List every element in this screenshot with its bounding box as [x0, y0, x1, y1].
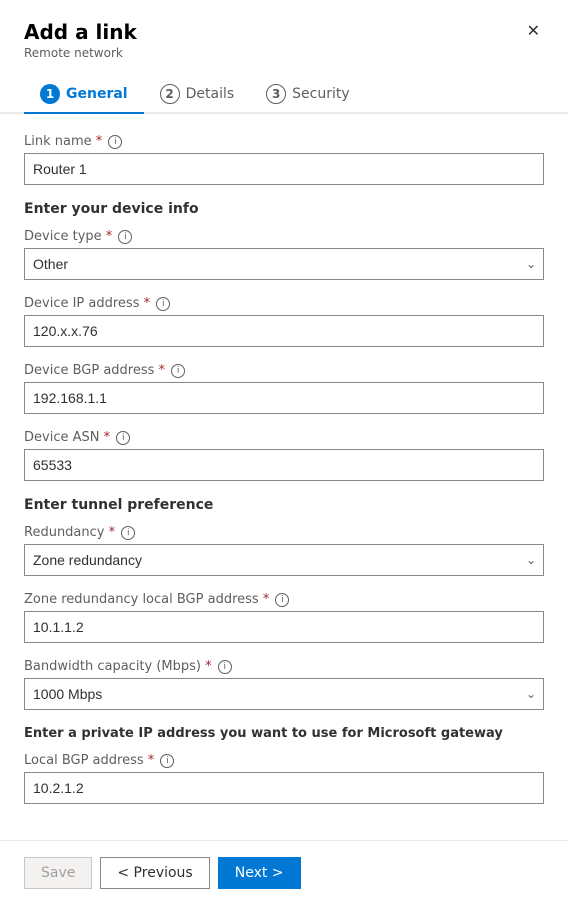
bandwidth-label: Bandwidth capacity (Mbps) * i [24, 659, 544, 674]
device-ip-group: Device IP address * i [24, 296, 544, 347]
add-link-dialog: Add a link Remote network ✕ 1 General 2 … [0, 0, 568, 905]
device-asn-required: * [104, 430, 111, 445]
redundancy-label: Redundancy * i [24, 525, 544, 540]
tab-details-number: 2 [160, 84, 180, 104]
tab-general-number: 1 [40, 84, 60, 104]
tab-security-label: Security [292, 86, 350, 102]
device-bgp-group: Device BGP address * i [24, 363, 544, 414]
redundancy-required: * [109, 525, 116, 540]
gateway-description: Enter a private IP address you want to u… [24, 726, 544, 741]
tab-security[interactable]: 3 Security [250, 76, 366, 114]
tab-details-label: Details [186, 86, 235, 102]
save-button[interactable]: Save [24, 857, 92, 889]
dialog-title: Add a link [24, 20, 137, 44]
device-bgp-required: * [159, 363, 166, 378]
dialog-subtitle: Remote network [24, 46, 137, 60]
redundancy-select-wrapper: Zone redundancy No redundancy ⌄ [24, 544, 544, 576]
device-asn-info-icon[interactable]: i [116, 431, 130, 445]
device-bgp-input[interactable] [24, 382, 544, 414]
link-name-info-icon[interactable]: i [108, 135, 122, 149]
device-ip-info-icon[interactable]: i [156, 297, 170, 311]
tab-details[interactable]: 2 Details [144, 76, 251, 114]
device-info-heading: Enter your device info [24, 201, 544, 217]
next-button[interactable]: Next > [218, 857, 301, 889]
device-bgp-info-icon[interactable]: i [171, 364, 185, 378]
device-ip-required: * [144, 296, 151, 311]
tab-bar: 1 General 2 Details 3 Security [0, 60, 568, 114]
close-button[interactable]: ✕ [523, 20, 544, 44]
device-type-label: Device type * i [24, 229, 544, 244]
device-ip-input[interactable] [24, 315, 544, 347]
device-type-select[interactable]: Other Cisco Palo Alto Fortinet [24, 248, 544, 280]
tunnel-heading: Enter tunnel preference [24, 497, 544, 513]
title-row: Add a link Remote network ✕ [24, 20, 544, 60]
link-name-required: * [96, 134, 103, 149]
bandwidth-required: * [205, 659, 212, 674]
local-bgp-required: * [148, 753, 155, 768]
dialog-body: Link name * i Enter your device info Dev… [0, 114, 568, 840]
previous-button[interactable]: < Previous [100, 857, 209, 889]
redundancy-info-icon[interactable]: i [121, 526, 135, 540]
local-bgp-group: Local BGP address * i [24, 753, 544, 804]
bandwidth-group: Bandwidth capacity (Mbps) * i 500 Mbps 1… [24, 659, 544, 710]
link-name-input[interactable] [24, 153, 544, 185]
device-asn-label: Device ASN * i [24, 430, 544, 445]
zone-bgp-input[interactable] [24, 611, 544, 643]
bandwidth-select[interactable]: 500 Mbps 1000 Mbps 2000 Mbps [24, 678, 544, 710]
local-bgp-label: Local BGP address * i [24, 753, 544, 768]
redundancy-select[interactable]: Zone redundancy No redundancy [24, 544, 544, 576]
device-type-select-wrapper: Other Cisco Palo Alto Fortinet ⌄ [24, 248, 544, 280]
title-block: Add a link Remote network [24, 20, 137, 60]
link-name-label: Link name * i [24, 134, 544, 149]
device-type-info-icon[interactable]: i [118, 230, 132, 244]
redundancy-group: Redundancy * i Zone redundancy No redund… [24, 525, 544, 576]
bandwidth-select-wrapper: 500 Mbps 1000 Mbps 2000 Mbps ⌄ [24, 678, 544, 710]
tab-security-number: 3 [266, 84, 286, 104]
dialog-header: Add a link Remote network ✕ [0, 0, 568, 60]
link-name-group: Link name * i [24, 134, 544, 185]
zone-bgp-required: * [263, 592, 270, 607]
bandwidth-info-icon[interactable]: i [218, 660, 232, 674]
device-ip-label: Device IP address * i [24, 296, 544, 311]
device-asn-input[interactable] [24, 449, 544, 481]
zone-bgp-group: Zone redundancy local BGP address * i [24, 592, 544, 643]
zone-bgp-info-icon[interactable]: i [275, 593, 289, 607]
tab-general-label: General [66, 86, 128, 102]
device-type-required: * [106, 229, 113, 244]
local-bgp-input[interactable] [24, 772, 544, 804]
tab-general[interactable]: 1 General [24, 76, 144, 114]
device-asn-group: Device ASN * i [24, 430, 544, 481]
device-type-group: Device type * i Other Cisco Palo Alto Fo… [24, 229, 544, 280]
device-bgp-label: Device BGP address * i [24, 363, 544, 378]
zone-bgp-label: Zone redundancy local BGP address * i [24, 592, 544, 607]
local-bgp-info-icon[interactable]: i [160, 754, 174, 768]
dialog-footer: Save < Previous Next > [0, 840, 568, 905]
